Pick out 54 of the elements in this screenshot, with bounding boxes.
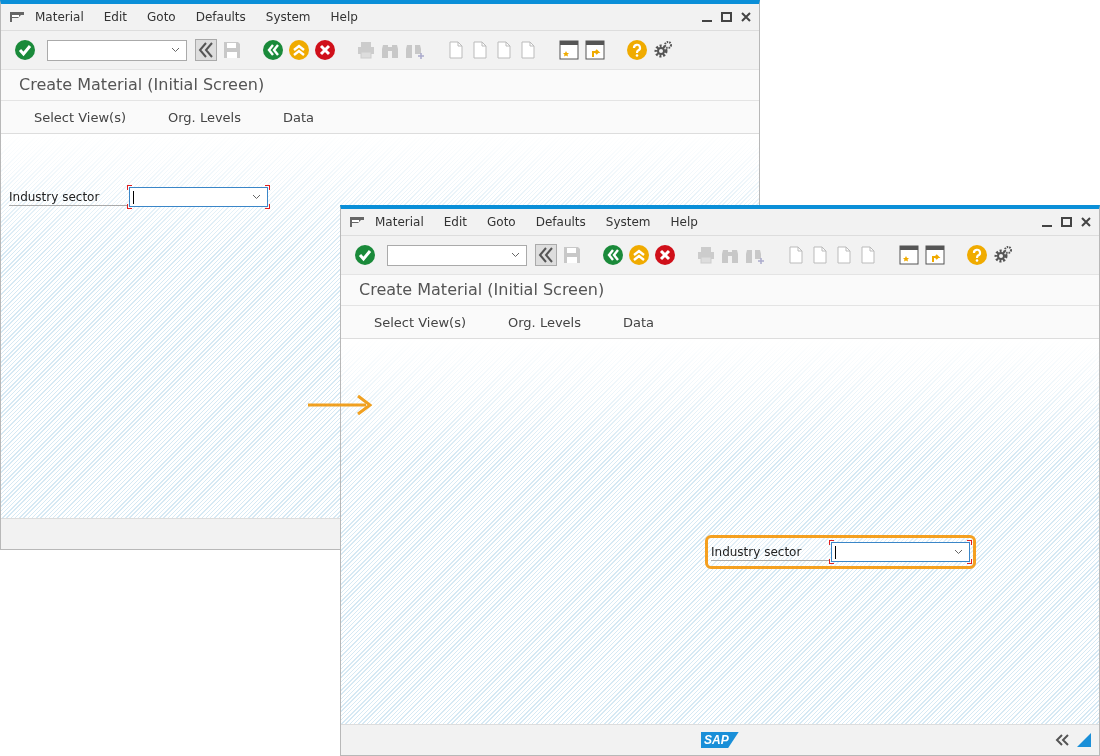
close-icon[interactable] (1081, 217, 1091, 227)
chevron-down-icon[interactable] (252, 194, 261, 200)
settings-icon[interactable] (653, 40, 673, 60)
close-icon[interactable] (741, 12, 751, 22)
menu-item[interactable]: Goto (147, 10, 176, 24)
chevron-down-icon[interactable] (954, 549, 963, 555)
dropdown-field[interactable] (831, 542, 970, 562)
maximize-icon[interactable] (1061, 217, 1072, 227)
menu-item[interactable]: Material (375, 215, 424, 229)
settings-icon[interactable] (993, 245, 1013, 265)
command-field[interactable] (47, 39, 187, 61)
toolbar-button[interactable]: Data (268, 105, 330, 129)
screen-title: Create Material (Initial Screen) (1, 69, 759, 101)
menu-item[interactable]: Defaults (195, 10, 246, 24)
screen-title: Create Material (Initial Screen) (341, 274, 1099, 306)
check-icon[interactable] (355, 245, 375, 265)
shortcut-window-icon[interactable] (925, 245, 945, 265)
maximize-icon[interactable] (721, 12, 732, 22)
new-window-icon[interactable] (899, 245, 919, 265)
toolbar-button[interactable]: Data (608, 310, 670, 334)
menu-item[interactable]: System (265, 10, 311, 24)
toolbar-button[interactable]: Select View(s) (19, 105, 141, 129)
menu-item[interactable]: Edit (443, 215, 467, 229)
field-label: Industry sector (711, 543, 829, 561)
chevron-down-icon[interactable] (171, 47, 180, 53)
menu-item[interactable]: Help (670, 215, 698, 229)
menu-item[interactable]: Help (330, 10, 358, 24)
check-icon[interactable] (15, 40, 35, 60)
toolbar-button[interactable]: Org. Levels (153, 105, 256, 129)
double-chevron-icon[interactable] (1055, 733, 1069, 747)
menu-item[interactable]: Material (35, 10, 84, 24)
chevron-down-icon[interactable] (511, 252, 520, 258)
back-icon[interactable] (263, 40, 283, 60)
toolbar-button[interactable]: Select View(s) (359, 310, 481, 334)
double-chevron-icon[interactable] (535, 244, 557, 266)
menu-item[interactable]: Edit (103, 10, 127, 24)
field-label: Industry sector (9, 188, 127, 206)
command-field[interactable] (387, 244, 527, 266)
toolbar-button[interactable]: Org. Levels (493, 310, 596, 334)
double-chevron-icon[interactable] (195, 39, 217, 61)
resize-handle-icon[interactable] (1077, 733, 1091, 747)
menu-icon[interactable] (9, 11, 25, 23)
new-window-icon[interactable] (559, 40, 579, 60)
cancel-icon[interactable] (315, 40, 335, 60)
menu-item[interactable]: Defaults (535, 215, 586, 229)
menu-item[interactable]: Goto (487, 215, 516, 229)
menu-item[interactable]: System (605, 215, 651, 229)
menu-icon[interactable] (349, 216, 365, 228)
dropdown-field[interactable] (129, 187, 268, 207)
back-icon[interactable] (603, 245, 623, 265)
shortcut-window-icon[interactable] (585, 40, 605, 60)
arrow-icon (308, 393, 372, 417)
cancel-icon[interactable] (655, 245, 675, 265)
sap-logo: SAP (701, 732, 739, 748)
